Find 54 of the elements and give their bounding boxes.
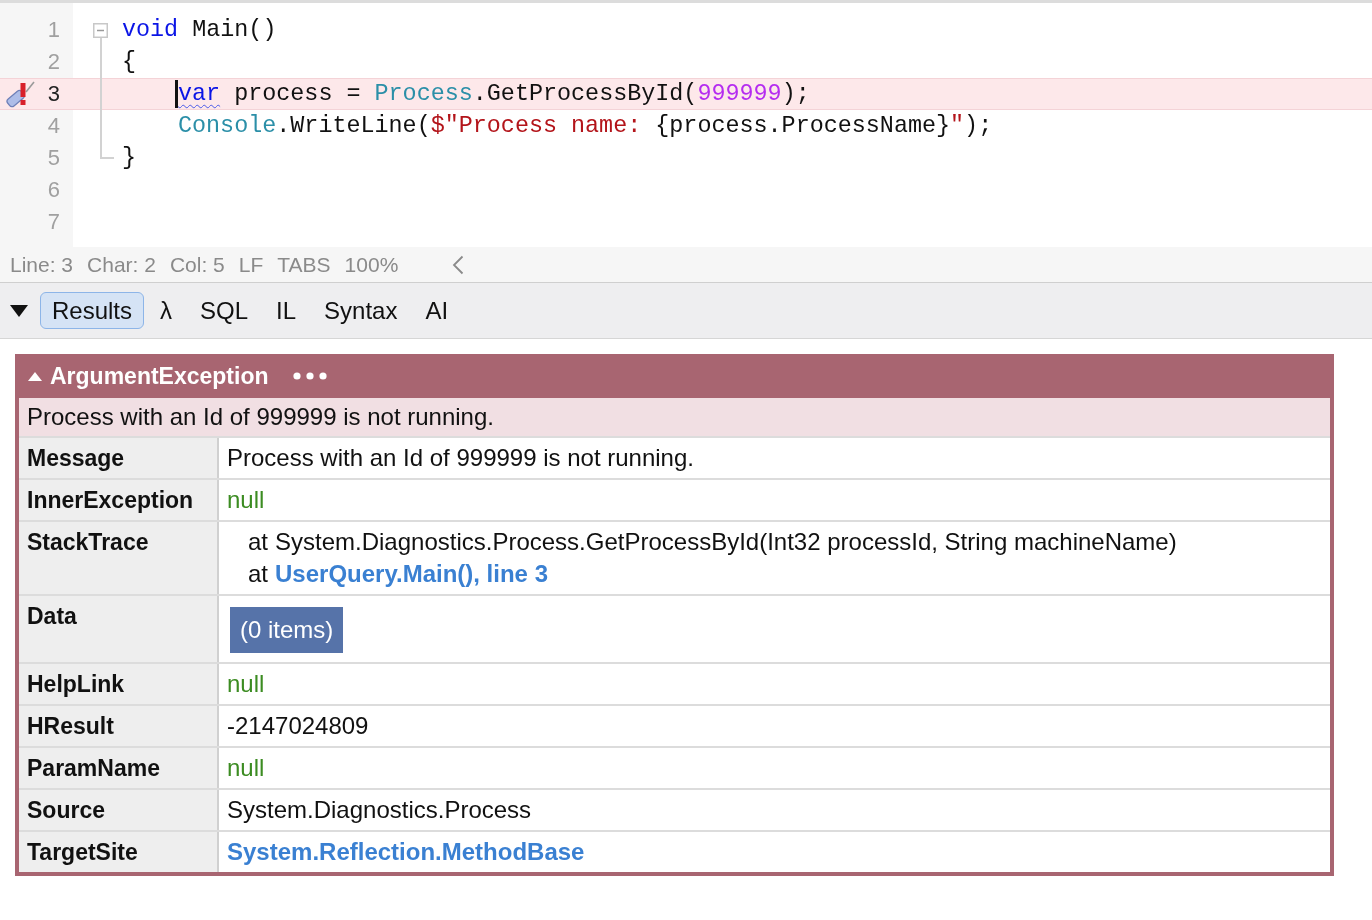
status-item: Line: 3 — [10, 252, 74, 277]
exception-message: Process with an Id of 999999 is not running. — [19, 398, 1330, 438]
code-line: { — [122, 48, 137, 77]
results-tab[interactable]: Syntax — [312, 292, 410, 329]
line-number: 7 — [47, 208, 60, 236]
status-item: 100% — [344, 252, 399, 277]
results-tab[interactable]: IL — [264, 292, 309, 329]
line-number: 4 — [47, 112, 60, 140]
results-tab[interactable]: Results — [40, 292, 145, 329]
chevron-left-icon[interactable] — [452, 254, 465, 275]
results-tab[interactable]: SQL — [188, 292, 261, 329]
property-name-cell: Message — [19, 438, 219, 478]
code-line: } — [122, 144, 137, 173]
property-name-cell: HResult — [19, 706, 219, 746]
line-number: 5 — [47, 144, 60, 172]
more-icon[interactable] — [292, 372, 327, 380]
code-line: void Main() — [122, 16, 277, 45]
line-number: 6 — [47, 176, 60, 204]
line-number: 3 — [47, 80, 60, 108]
property-value: System.Diagnostics.Process — [227, 796, 532, 823]
results-tab[interactable]: λ — [148, 292, 185, 329]
property-name-cell: HelpLink — [19, 664, 219, 704]
fold-toggle-icon[interactable] — [93, 23, 108, 38]
results-tab[interactable]: AI — [413, 292, 461, 329]
property-name-cell: Data — [19, 596, 219, 662]
code-line: Console.WriteLine($"Process name: {process.ProcessName}"); — [178, 112, 993, 141]
property-name-cell: ParamName — [19, 748, 219, 788]
property-value: -2147024809 — [227, 712, 369, 739]
error-marker-icon[interactable] — [5, 80, 35, 108]
code-line: var process = Process.GetProcessById(999999); — [178, 80, 810, 109]
stack-frame-link[interactable]: UserQuery.Main(), line 3 — [275, 558, 548, 590]
stack-frame-method: System.Diagnostics.Process.GetProcessById(Int32 processId, String machineName) — [275, 527, 1177, 557]
stack-frame-prefix: at — [248, 559, 268, 589]
text-cursor-icon — [175, 80, 178, 108]
line-number: 1 — [47, 16, 60, 44]
code-editor[interactable]: 1 void Main() 2 { 3 var process = Process.GetProcessById(999999); 4 Console.WriteLine($"Process name: {process.ProcessName}"); 5 } 6 7 — [0, 0, 1372, 247]
property-name-cell: Source — [19, 790, 219, 830]
status-item: TABS — [277, 252, 331, 277]
property-name-cell: InnerException — [19, 480, 219, 520]
line-number: 2 — [47, 48, 60, 76]
null-value: null — [227, 486, 265, 513]
property-name-cell: StackTrace — [19, 522, 219, 594]
exception-type-title[interactable]: ArgumentException — [50, 362, 269, 390]
items-button[interactable]: (0 items) — [230, 607, 344, 653]
property-name-cell: TargetSite — [19, 832, 219, 872]
stack-frame-prefix: at — [248, 527, 268, 557]
property-value: Process with an Id of 999999 is not running. — [227, 444, 694, 471]
status-item: Col: 5 — [169, 252, 225, 277]
type-link[interactable]: System.Reflection.MethodBase — [227, 838, 585, 865]
status-item: LF — [238, 252, 264, 277]
collapse-triangle-icon[interactable] — [10, 303, 28, 318]
null-value: null — [227, 670, 265, 697]
null-value: null — [227, 754, 265, 781]
status-item: Char: 2 — [87, 252, 156, 277]
